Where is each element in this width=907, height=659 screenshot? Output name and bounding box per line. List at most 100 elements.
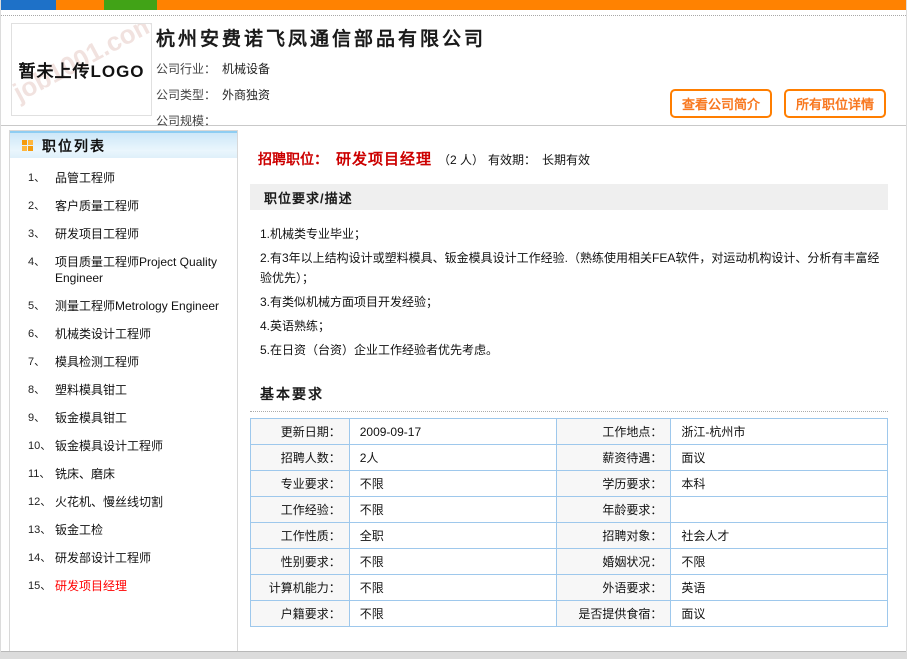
job-item-label: 项目质量工程师Project Quality Engineer (55, 254, 233, 286)
table-row: 专业要求：不限学历要求：本科 (251, 471, 888, 497)
description-line: 1.机械类专业毕业； (260, 224, 882, 244)
sidebar-item-15[interactable]: 15、研发项目经理 (28, 572, 233, 600)
description-line: 4.英语熟练； (260, 316, 882, 336)
sidebar-item-12[interactable]: 12、火花机、慢丝线切割 (28, 488, 233, 516)
job-item-number: 11、 (28, 466, 55, 482)
job-header: 招聘职位：研发项目经理（2 人）有效期：长期有效 (250, 148, 888, 169)
table-cell-value: 浙江-杭州市 (671, 419, 888, 445)
company-field-label: 公司类型： (156, 88, 216, 102)
table-cell-label: 工作性质： (251, 523, 350, 549)
company-field-value: 机械设备 (222, 62, 270, 76)
company-field: 公司行业：机械设备 (156, 60, 906, 77)
requirements-section-title: 职位要求/描述 (250, 184, 888, 210)
sidebar-item-9[interactable]: 9、钣金模具钳工 (28, 404, 233, 432)
body: 职位列表 1、品管工程师2、客户质量工程师3、研发项目工程师4、项目质量工程师P… (1, 126, 906, 656)
table-cell-label: 更新日期： (251, 419, 350, 445)
job-item-number: 10、 (28, 438, 55, 454)
job-item-label: 研发项目工程师 (55, 226, 233, 242)
job-title: 研发项目经理 (336, 151, 432, 168)
company-field-label: 公司规模： (156, 114, 216, 128)
table-cell-value: 面议 (671, 445, 888, 471)
page: job1001.com 暂未上传LOGO 杭州安费诺飞凤通信部品有限公司 公司行… (0, 0, 907, 659)
table-cell-value (671, 497, 888, 523)
sidebar-item-5[interactable]: 5、测量工程师Metrology Engineer (28, 292, 233, 320)
basic-requirements-title: 基本要求 (250, 384, 888, 412)
job-item-number: 7、 (28, 354, 55, 370)
job-item-number: 4、 (28, 254, 55, 286)
table-cell-value: 2人 (349, 445, 556, 471)
table-cell-label: 年龄要求： (556, 497, 671, 523)
table-row: 性别要求：不限婚姻状况：不限 (251, 549, 888, 575)
orange-long-segment (157, 0, 906, 10)
table-row: 更新日期：2009-09-17工作地点：浙江-杭州市 (251, 419, 888, 445)
validity-value: 长期有效 (542, 153, 590, 167)
header-buttons: 查看公司简介所有职位详情 (670, 89, 886, 118)
job-item-label: 钣金工检 (55, 522, 233, 538)
company-name: 杭州安费诺飞凤通信部品有限公司 (156, 24, 906, 51)
sidebar-item-11[interactable]: 11、铣床、磨床 (28, 460, 233, 488)
table-cell-value: 社会人才 (671, 523, 888, 549)
blue-segment (1, 0, 56, 10)
sidebar-title: 职位列表 (42, 136, 106, 156)
table-cell-label: 是否提供食宿： (556, 601, 671, 627)
table-cell-label: 工作经验： (251, 497, 350, 523)
table-cell-value: 全职 (349, 523, 556, 549)
table-cell-label: 计算机能力： (251, 575, 350, 601)
job-item-label: 火花机、慢丝线切割 (55, 494, 233, 510)
table-cell-value: 英语 (671, 575, 888, 601)
description-line: 5.在日资（台资）企业工作经验者优先考虑。 (260, 340, 882, 360)
sidebar-item-7[interactable]: 7、模具检测工程师 (28, 348, 233, 376)
view-company-profile-button[interactable]: 查看公司简介 (670, 89, 772, 118)
sidebar-item-14[interactable]: 14、研发部设计工程师 (28, 544, 233, 572)
grid-squares-icon (22, 140, 33, 151)
all-positions-button[interactable]: 所有职位详情 (784, 89, 886, 118)
table-cell-label: 招聘对象： (556, 523, 671, 549)
job-item-label: 客户质量工程师 (55, 198, 233, 214)
job-item-label: 钣金模具设计工程师 (55, 438, 233, 454)
table-cell-label: 招聘人数： (251, 445, 350, 471)
description-line: 3.有类似机械方面项目开发经验； (260, 292, 882, 312)
validity-label: 有效期： (488, 153, 536, 167)
job-list: 1、品管工程师2、客户质量工程师3、研发项目工程师4、项目质量工程师Projec… (10, 158, 237, 600)
basic-requirements-table: 更新日期：2009-09-17工作地点：浙江-杭州市招聘人数：2人薪资待遇：面议… (250, 418, 888, 627)
table-row: 招聘人数：2人薪资待遇：面议 (251, 445, 888, 471)
table-cell-label: 工作地点： (556, 419, 671, 445)
table-row: 工作经验：不限年龄要求： (251, 497, 888, 523)
description-line: 2.有3年以上结构设计或塑料模具、钣金模具设计工作经验.（熟练使用相关FEA软件… (260, 248, 882, 288)
job-item-number: 9、 (28, 410, 55, 426)
top-color-bar (1, 0, 906, 10)
sidebar-item-1[interactable]: 1、品管工程师 (28, 164, 233, 192)
job-description: 1.机械类专业毕业； 2.有3年以上结构设计或塑料模具、钣金模具设计工作经验.（熟… (250, 210, 888, 360)
sidebar-item-2[interactable]: 2、客户质量工程师 (28, 192, 233, 220)
table-row: 工作性质：全职招聘对象：社会人才 (251, 523, 888, 549)
sidebar-item-3[interactable]: 3、研发项目工程师 (28, 220, 233, 248)
table-cell-value: 不限 (349, 497, 556, 523)
job-item-number: 15、 (28, 578, 55, 594)
sidebar-item-6[interactable]: 6、机械类设计工程师 (28, 320, 233, 348)
sidebar-header: 职位列表 (10, 131, 237, 158)
job-item-number: 8、 (28, 382, 55, 398)
job-item-label: 机械类设计工程师 (55, 326, 233, 342)
job-item-number: 3、 (28, 226, 55, 242)
table-cell-label: 性别要求： (251, 549, 350, 575)
job-header-label: 招聘职位： (258, 151, 328, 167)
table-cell-value: 本科 (671, 471, 888, 497)
table-cell-label: 薪资待遇： (556, 445, 671, 471)
sidebar-item-4[interactable]: 4、项目质量工程师Project Quality Engineer (28, 248, 233, 292)
table-cell-label: 婚姻状况： (556, 549, 671, 575)
table-cell-label: 专业要求： (251, 471, 350, 497)
table-cell-value: 不限 (349, 471, 556, 497)
table-cell-value: 不限 (671, 549, 888, 575)
job-item-label: 塑料模具钳工 (55, 382, 233, 398)
sidebar-item-10[interactable]: 10、钣金模具设计工程师 (28, 432, 233, 460)
company-header: job1001.com 暂未上传LOGO 杭州安费诺飞凤通信部品有限公司 公司行… (1, 16, 906, 122)
sidebar-item-13[interactable]: 13、钣金工检 (28, 516, 233, 544)
job-item-number: 2、 (28, 198, 55, 214)
table-cell-label: 户籍要求： (251, 601, 350, 627)
sidebar-item-8[interactable]: 8、塑料模具钳工 (28, 376, 233, 404)
table-cell-value: 面议 (671, 601, 888, 627)
green-segment (104, 0, 157, 10)
job-item-number: 14、 (28, 550, 55, 566)
job-list-sidebar: 职位列表 1、品管工程师2、客户质量工程师3、研发项目工程师4、项目质量工程师P… (9, 130, 238, 656)
job-item-label: 研发部设计工程师 (55, 550, 233, 566)
